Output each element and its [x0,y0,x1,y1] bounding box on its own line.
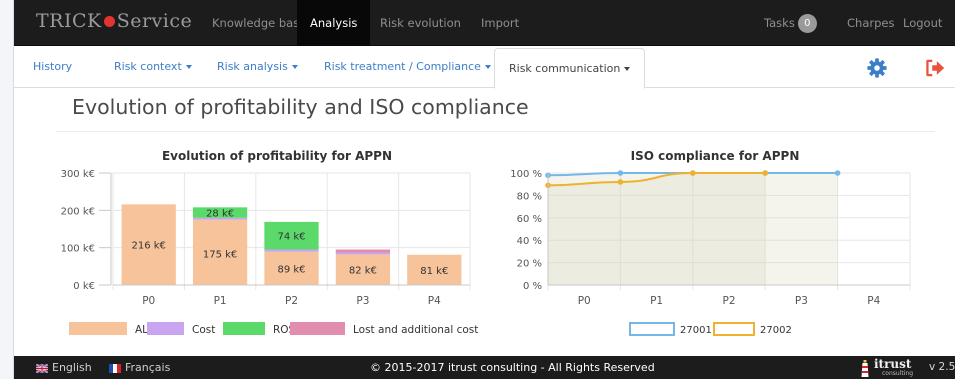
page-title: Evolution of profitability and ISO compl… [72,95,529,119]
legend-label-27001[interactable]: 27001 [680,325,712,336]
language-english-label: English [52,361,92,374]
chevron-down-icon [291,65,298,69]
y-tick-label: 200 k€ [61,206,95,217]
y-tick-label: 0 % [523,281,542,292]
top-navbar: TRICK Service Knowledge base Analysis Ris… [14,0,955,46]
bar-data-label: 81 k€ [420,266,448,277]
itrust-logo: itrust [874,357,912,371]
legend-swatch-cost[interactable] [147,322,184,335]
iso-compliance-chart: ISO compliance for APPN 0 % 20 % 40 % 60 % 8… [510,149,911,336]
legend-swatch-27002[interactable] [713,322,755,336]
legend-label-lost-and-additional-cost[interactable]: Lost and additional cost [353,324,478,336]
left-edge-strip [0,0,14,379]
analysis-subnav: History Risk context Risk analysis Risk … [14,46,955,89]
language-french-label: Français [125,361,171,374]
legend-label-cost[interactable]: Cost [192,324,215,336]
itrust-logo-subtitle: consulting [882,370,913,377]
legend-label-27002[interactable]: 27002 [760,325,792,336]
nav-logout[interactable]: Logout [890,0,955,46]
tab-risk-context[interactable]: Risk context [114,46,192,88]
language-english[interactable]: English [36,356,92,379]
data-point-27002[interactable] [690,170,696,176]
brand-dot-icon [103,16,115,27]
nav-tasks[interactable]: Tasks 0 [751,0,830,46]
chevron-down-icon [185,65,192,69]
tab-risk-treatment-label: Risk treatment / Compliance [324,60,481,73]
title-divider [56,131,935,132]
tab-risk-analysis-label: Risk analysis [217,60,288,73]
x-tick-label: P0 [142,295,155,307]
app-page: TRICK Service Knowledge base Analysis Ris… [0,0,955,379]
data-point-27001[interactable] [834,170,841,176]
nav-analysis[interactable]: Analysis [297,0,371,46]
bar-data-label: 175 k€ [203,250,237,261]
tab-risk-communication-label: Risk communication [509,62,621,75]
bar-cost-p3[interactable] [335,252,391,255]
bar-data-label: 82 k€ [349,266,377,277]
copyright-text: © 2015-2017 itrust consulting - All Righ… [370,361,655,374]
tab-risk-communication[interactable]: Risk communication [494,48,646,89]
brand-prefix: TRICK [36,10,102,32]
y-tick-label: 0 k€ [73,281,95,292]
bar-data-label: 28 k€ [206,209,234,220]
bar-lost-and-additional-cost-p3[interactable] [335,249,391,253]
legend-swatch-rosi[interactable] [223,322,265,335]
y-tick-label: 20 % [517,259,542,270]
legend-swatch-lost-and-additional-cost[interactable] [290,322,345,335]
gear-icon[interactable] [866,57,888,79]
data-point-27001[interactable] [617,170,624,176]
profitability-chart-title: Evolution of profitability for APPN [162,149,392,163]
bar-data-label: 74 k€ [277,232,305,243]
y-tick-label: 60 % [517,214,542,225]
tab-risk-treatment[interactable]: Risk treatment / Compliance [324,46,491,88]
nav-risk-evolution[interactable]: Risk evolution [367,0,474,46]
x-tick-label: P4 [428,295,441,307]
legend-swatch-27001[interactable] [629,322,675,336]
uk-flag-icon [36,363,48,373]
y-tick-label: 40 % [517,236,542,247]
x-tick-label: P1 [214,295,227,307]
y-tick-label: 100 k€ [61,244,95,255]
tasks-count-badge: 0 [797,14,817,33]
language-french[interactable]: Français [109,356,170,379]
lighthouse-icon [861,360,869,377]
legend-swatch-ale[interactable] [69,322,127,335]
iso-chart-title: ISO compliance for APPN [631,149,800,163]
tasks-label: Tasks [764,16,795,30]
tab-risk-analysis[interactable]: Risk analysis [217,46,298,88]
version-label: v 2.5 [929,361,955,373]
x-tick-label: P2 [722,295,735,307]
tab-history[interactable]: History [33,46,72,88]
x-tick-label: P1 [650,295,663,307]
x-tick-label: P2 [285,295,298,307]
profitability-chart: Evolution of profitability for APPN 216 … [61,149,479,336]
data-point-27002[interactable] [617,179,624,185]
nav-import[interactable]: Import [468,0,532,46]
sign-out-icon[interactable] [924,57,946,79]
tab-risk-context-label: Risk context [114,60,182,73]
y-tick-label: 300 k€ [61,169,95,180]
chevron-down-icon [484,65,491,69]
y-tick-label: 80 % [517,191,542,202]
bar-data-label: 89 k€ [277,264,305,275]
brand-suffix: Service [116,10,193,32]
chevron-down-icon [624,67,631,71]
data-point-27002[interactable] [762,170,768,176]
x-tick-label: P4 [867,295,880,307]
bar-cost-p2[interactable] [264,249,319,252]
france-flag-icon [109,363,121,373]
bar-data-label: 216 k€ [131,241,165,252]
x-tick-label: P3 [795,295,808,307]
y-tick-label: 100 % [510,169,542,180]
x-tick-label: P0 [578,295,591,307]
brand-logo[interactable]: TRICK Service [36,10,192,32]
area-fill-27002 [548,173,766,285]
footer: English Français © 2015-2017 itrust cons… [14,356,955,379]
x-tick-label: P3 [356,295,369,307]
